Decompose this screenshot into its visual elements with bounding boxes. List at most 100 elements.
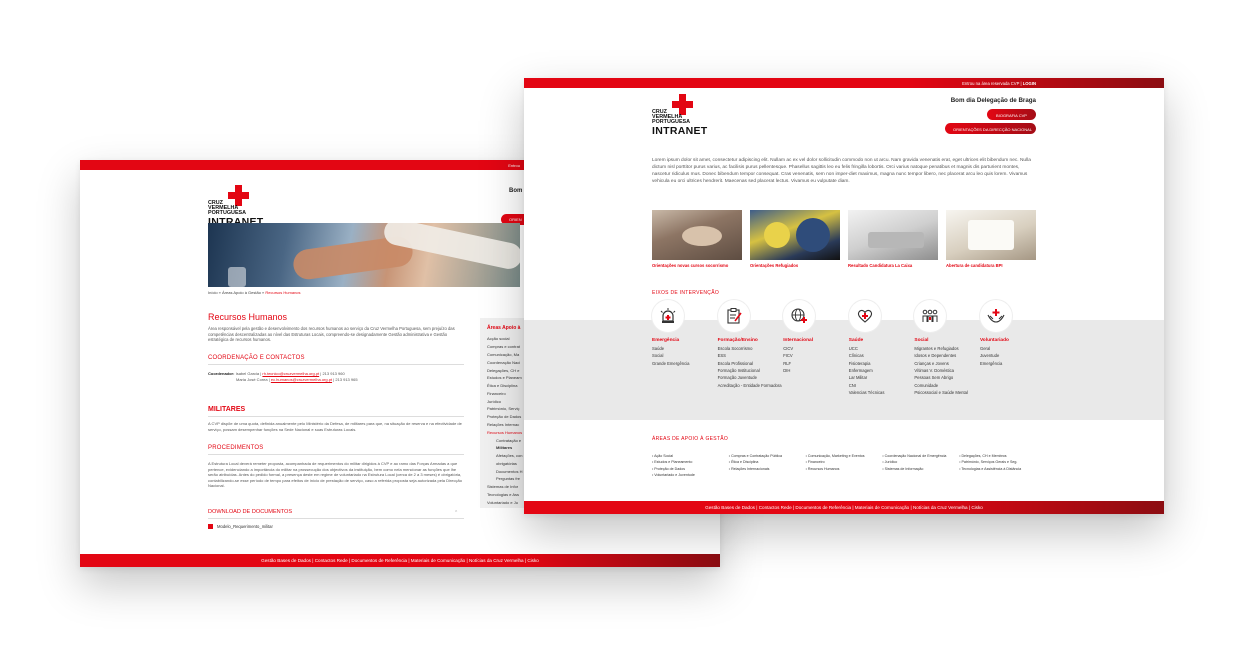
area-link[interactable]: Grande Emergência — [652, 360, 708, 367]
apoio-link[interactable]: Sistemas de Informação — [882, 466, 959, 472]
news-caption: Abertura de candidatura BPI — [946, 263, 1003, 268]
area-link[interactable]: Crianças e Jovens — [914, 360, 970, 367]
area-title[interactable]: Internacional — [783, 338, 839, 343]
heart-icon[interactable] — [848, 300, 881, 332]
mockup-stage: Entrou CRUZ VERMELHA PORTUGUESA INTRANET… — [0, 0, 1240, 660]
intro-text: Lorem ipsum dolor sit amet, consectetur … — [652, 158, 1031, 184]
download-file-link[interactable]: Modelo_Requerimento_militar — [208, 524, 273, 530]
area-link[interactable]: DIH — [783, 367, 839, 374]
apoio-links-grid: Ação Social Estudos e Planeamento Proteç… — [652, 453, 1036, 479]
coordinator-email-link-2[interactable]: ec.humanos@cruzvermelha.org.pt — [271, 377, 332, 382]
area-link[interactable]: UCC — [849, 345, 905, 352]
apoio-link[interactable]: Recursos Humanos — [806, 466, 883, 472]
news-card[interactable]: Abertura de candidatura BPI — [946, 210, 1036, 268]
download-heading: DOWNLOAD DE DOCUMENTOS — [208, 509, 293, 515]
news-card[interactable]: Orientações novas cursos socorrismo — [652, 210, 742, 268]
area-link[interactable]: Social — [652, 352, 708, 359]
greeting: Bom dia Delegação de Braga — [950, 97, 1036, 104]
breadcrumb-home[interactable]: Início — [208, 290, 218, 295]
news-card[interactable]: Orientações Refugiados — [750, 210, 840, 268]
area-link[interactable]: Formação Institucional — [718, 367, 774, 374]
area-link[interactable]: RLF — [783, 360, 839, 367]
area-link[interactable]: Pessoas Sem Abrigo — [914, 374, 970, 381]
apoio-link[interactable]: Relações Internacionais — [729, 466, 806, 472]
area-link[interactable]: Idosos e Dependentes — [914, 352, 970, 359]
hands-cross-icon[interactable] — [979, 300, 1012, 332]
news-caption: Orientações Refugiados — [750, 263, 799, 268]
area-link[interactable]: Clínicas — [849, 352, 905, 359]
area-link[interactable]: Escola Profissional — [718, 360, 774, 367]
divider — [208, 518, 464, 519]
breadcrumb-area[interactable]: Áreas Apoio à Gestão — [222, 290, 261, 295]
militares-text: A CVP dispõe de uma quota, definida anua… — [208, 421, 462, 432]
clipboard-icon[interactable] — [717, 300, 750, 332]
area-link[interactable]: Acreditação - Entidade Formadora — [718, 382, 782, 389]
area-title[interactable]: Formação/Ensino — [718, 338, 774, 343]
news-card[interactable]: Resultado Candidatura La Caixa — [848, 210, 938, 268]
area-link[interactable]: CNI — [849, 382, 905, 389]
siren-icon[interactable] — [652, 300, 684, 332]
coord-heading: COORDENAÇÃO E CONTACTOS — [208, 355, 305, 361]
chevron-up-icon[interactable]: ⌃ — [454, 510, 458, 516]
coordinator-label: Coordenador: — [208, 371, 235, 376]
apoio-column: Delegações, CH e Membros Património, Ser… — [959, 453, 1036, 479]
apoio-link[interactable]: Tecnologias e Assistência à Distância — [959, 466, 1036, 472]
red-cross-bar — [672, 101, 693, 108]
hero-image-handshake — [208, 223, 520, 287]
footer-links[interactable]: Gestão Bases de Dados | Contactos Rede |… — [80, 554, 720, 567]
apoio-column: Compras e Contratação Pública Ética e Di… — [729, 453, 806, 479]
area-title[interactable]: Social — [914, 338, 970, 343]
red-cross-bar — [228, 192, 249, 199]
news-caption: Orientações novas cursos socorrismo — [652, 263, 729, 268]
intro-text: Área responsável pela gestão e desenvolv… — [208, 326, 455, 343]
divider — [208, 364, 464, 365]
area-link[interactable]: Psicossocial e Saúde Mental — [914, 389, 970, 396]
area-link[interactable]: Valencias Técnicas — [849, 389, 905, 396]
cvp-intranet-logo[interactable]: CRUZ VERMELHA PORTUGUESA INTRANET — [652, 94, 707, 140]
area-link[interactable]: Fisioterapia — [849, 360, 905, 367]
area-link[interactable]: Vítimas V. Doméstica — [914, 367, 970, 374]
topbar-text: Entrou — [508, 163, 520, 168]
procedimentos-heading: PROCEDIMENTOS — [208, 445, 264, 451]
area-link[interactable]: Formação Juventude — [718, 374, 774, 381]
area-voluntariado: Voluntariado Geral Juventude Emergência — [979, 300, 1036, 396]
area-title[interactable]: Voluntariado — [980, 338, 1036, 343]
area-link[interactable]: Enfermagem — [849, 367, 905, 374]
apoio-link[interactable]: Voluntariado e Juventude — [652, 472, 729, 478]
footer-links[interactable]: Gestão Bases de Dados | Contactos Rede |… — [524, 501, 1164, 514]
area-link[interactable]: FICV — [783, 352, 839, 359]
image-shape — [682, 226, 722, 246]
biografia-button[interactable]: BIOGRAFIA CVP — [987, 109, 1036, 120]
area-title[interactable]: Emergência — [652, 338, 708, 343]
area-internacional: Internacional CICV FICV RLF DIH — [783, 300, 839, 396]
area-title[interactable]: Saúde — [849, 338, 905, 343]
orientacoes-button[interactable]: ORIENTAÇÕES DA DIRECÇÃO NACIONAL — [945, 123, 1036, 134]
download-file-name: Modelo_Requerimento_militar — [217, 524, 273, 529]
area-link[interactable]: Escola Socorrismo — [718, 345, 774, 352]
apoio-heading: ÁREAS DE APOIO À GESTÃO — [652, 436, 729, 442]
area-link[interactable]: ESS — [718, 352, 774, 359]
globe-icon[interactable] — [783, 300, 816, 332]
news-image — [946, 210, 1036, 260]
area-link[interactable]: CICV — [783, 345, 839, 352]
area-social: Social Migrantes e Refugiados Idosos e D… — [914, 300, 970, 396]
area-link[interactable]: Emergência — [980, 360, 1036, 367]
area-link[interactable]: Geral — [980, 345, 1036, 352]
intervention-areas: Emergência Saúde Social Grande Emergênci… — [652, 300, 1036, 396]
divider — [208, 454, 464, 455]
coordinator-email-link[interactable]: rh.tecnico@cruzvermelha.org.pt — [262, 371, 319, 376]
area-link[interactable]: Comunidade — [914, 382, 970, 389]
front-page-screenshot: Entrou na área reservada CVP | LOGIN CRU… — [524, 78, 1164, 514]
area-link[interactable]: Migrantes e Refugiados — [914, 345, 970, 352]
area-link[interactable]: Juventude — [980, 352, 1036, 359]
area-link[interactable]: Lar Militar — [849, 374, 905, 381]
divider — [208, 416, 464, 417]
greeting: Bom — [509, 188, 523, 194]
area-formacao: Formação/Ensino Escola Socorrismo ESS Es… — [717, 300, 782, 396]
area-link[interactable]: Saúde — [652, 345, 708, 352]
eixos-heading: EIXOS DE INTERVENÇÃO — [652, 290, 720, 296]
login-link[interactable]: LOGIN — [1023, 81, 1036, 86]
area-emergencia: Emergência Saúde Social Grande Emergênci… — [652, 300, 708, 396]
apoio-column: Ação Social Estudos e Planeamento Proteç… — [652, 453, 729, 479]
people-icon[interactable] — [914, 300, 947, 332]
